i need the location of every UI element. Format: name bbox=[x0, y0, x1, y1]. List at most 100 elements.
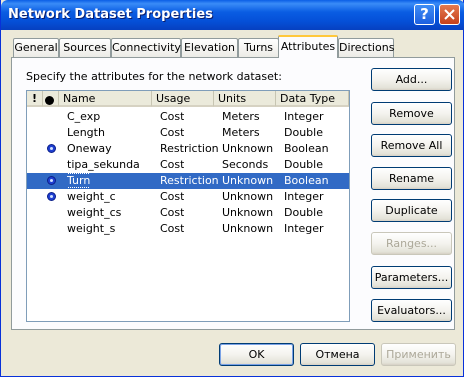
attribute-name-cell-text: tipa_sekunda bbox=[67, 158, 140, 171]
column-header-units[interactable]: Units bbox=[214, 91, 276, 107]
duplicate-button[interactable]: Duplicate bbox=[371, 199, 452, 222]
attribute-name-cell: tipa_sekunda bbox=[67, 157, 140, 173]
table-row[interactable]: Turn Restriction Unknown Boolean bbox=[27, 173, 349, 189]
units-cell: Unknown bbox=[222, 173, 273, 189]
data-type-cell-text: Double bbox=[284, 126, 323, 139]
units-cell-text: Unknown bbox=[222, 174, 274, 187]
units-cell: Unknown bbox=[222, 189, 273, 205]
tab-label: Attributes bbox=[280, 40, 336, 53]
usage-cell-text: Cost bbox=[160, 110, 185, 123]
close-button[interactable] bbox=[439, 4, 460, 25]
data-type-cell-text: Integer bbox=[284, 110, 324, 123]
add-button[interactable]: Add... bbox=[371, 68, 452, 91]
column-header-name[interactable]: Name bbox=[59, 91, 152, 107]
close-icon bbox=[444, 9, 455, 20]
apply-button[interactable]: Применить bbox=[381, 343, 456, 366]
attribute-name-cell-text: Turn bbox=[67, 173, 91, 188]
attributes-list[interactable]: ! Name Usage Units Data Type C_exp Cost Me… bbox=[26, 90, 350, 322]
attribute-name-cell: Oneway bbox=[67, 141, 112, 157]
column-header-default[interactable] bbox=[43, 91, 59, 107]
button-label: Evaluators... bbox=[377, 304, 446, 317]
data-type-cell-text: Integer bbox=[284, 190, 324, 203]
units-cell: Unknown bbox=[222, 221, 273, 237]
table-row[interactable]: Length Cost Meters Double bbox=[27, 125, 349, 141]
parameters-button[interactable]: Parameters... bbox=[371, 266, 452, 289]
tab-label: General bbox=[14, 41, 58, 54]
tab-connectivity[interactable]: Connectivity bbox=[111, 38, 181, 57]
tab-label: Sources bbox=[63, 41, 107, 54]
attribute-name-cell-text: weight_c bbox=[67, 190, 116, 203]
tab-directions[interactable]: Directions bbox=[338, 38, 394, 57]
default-attribute-icon bbox=[47, 176, 56, 185]
default-column-icon bbox=[45, 96, 54, 105]
tab-elevation[interactable]: Elevation bbox=[181, 38, 238, 57]
units-cell: Seconds bbox=[222, 157, 268, 173]
tab-attributes[interactable]: Attributes bbox=[278, 35, 338, 58]
usage-cell-text: Cost bbox=[160, 190, 185, 203]
window-title: Network Dataset Properties bbox=[8, 7, 213, 22]
usage-cell-text: Restriction bbox=[160, 174, 219, 187]
usage-cell-text: Cost bbox=[160, 222, 185, 235]
remove-button[interactable]: Remove bbox=[371, 102, 452, 125]
units-cell-text: Meters bbox=[222, 126, 260, 139]
evaluators-button[interactable]: Evaluators... bbox=[371, 299, 452, 322]
usage-cell: Cost bbox=[160, 189, 184, 205]
units-cell-text: Unknown bbox=[222, 142, 274, 155]
button-label: Remove All bbox=[380, 139, 443, 152]
button-label: OK bbox=[248, 348, 265, 361]
data-type-cell-text: Boolean bbox=[284, 174, 329, 187]
data-type-cell: Boolean bbox=[284, 141, 329, 157]
tab-label: Directions bbox=[339, 41, 395, 54]
button-label: Remove bbox=[389, 107, 434, 120]
tab-turns[interactable]: Turns bbox=[238, 38, 279, 57]
button-label: Ranges... bbox=[385, 237, 438, 250]
usage-cell-text: Cost bbox=[160, 126, 185, 139]
default-attribute-icon bbox=[47, 192, 56, 201]
attribute-name-cell: weight_c bbox=[67, 189, 116, 205]
attribute-name-cell-text: C_exp bbox=[67, 110, 101, 123]
usage-cell: Restriction bbox=[160, 173, 219, 189]
tab-sources[interactable]: Sources bbox=[59, 38, 111, 57]
column-header-usage[interactable]: Usage bbox=[152, 91, 214, 107]
button-label: Parameters... bbox=[374, 271, 449, 284]
data-type-cell-text: Boolean bbox=[284, 142, 329, 155]
attribute-name-cell: Length bbox=[67, 125, 105, 141]
column-header-data-type[interactable]: Data Type bbox=[276, 91, 349, 107]
column-header-error[interactable]: ! bbox=[27, 91, 43, 107]
tab-label: Turns bbox=[243, 41, 274, 54]
data-type-cell: Double bbox=[284, 157, 323, 173]
units-cell-text: Unknown bbox=[222, 206, 274, 219]
help-button[interactable]: ? bbox=[414, 4, 435, 25]
data-type-cell: Integer bbox=[284, 109, 324, 125]
table-row[interactable]: weight_cs Cost Unknown Double bbox=[27, 205, 349, 221]
ok-button[interactable]: OK bbox=[219, 343, 294, 366]
button-label: Duplicate bbox=[385, 204, 438, 217]
usage-cell-text: Cost bbox=[160, 206, 185, 219]
button-label: Отмена bbox=[315, 348, 360, 361]
units-cell-text: Unknown bbox=[222, 190, 274, 203]
default-attribute-icon bbox=[47, 144, 56, 153]
units-cell: Unknown bbox=[222, 141, 273, 157]
button-label: Rename bbox=[388, 172, 435, 185]
rename-button[interactable]: Rename bbox=[371, 167, 452, 190]
remove-all-button[interactable]: Remove All bbox=[371, 134, 452, 157]
data-type-cell: Double bbox=[284, 125, 323, 141]
table-row[interactable]: Oneway Restriction Unknown Boolean bbox=[27, 141, 349, 157]
table-row[interactable]: tipa_sekunda Cost Seconds Double bbox=[27, 157, 349, 173]
tab-general[interactable]: General bbox=[13, 38, 59, 57]
units-cell-text: Unknown bbox=[222, 222, 274, 235]
attribute-name-cell-text: Length bbox=[67, 126, 105, 139]
table-row[interactable]: C_exp Cost Meters Integer bbox=[27, 109, 349, 125]
data-type-cell-text: Double bbox=[284, 206, 323, 219]
data-type-cell-text: Double bbox=[284, 158, 323, 171]
table-row[interactable]: weight_s Cost Unknown Integer bbox=[27, 221, 349, 237]
title-bar[interactable]: Network Dataset Properties ? bbox=[1, 0, 464, 30]
usage-cell: Cost bbox=[160, 205, 184, 221]
table-row[interactable]: weight_c Cost Unknown Integer bbox=[27, 189, 349, 205]
attribute-name-cell: weight_s bbox=[67, 221, 115, 237]
usage-cell: Cost bbox=[160, 157, 184, 173]
usage-cell-text: Restriction bbox=[160, 142, 219, 155]
cancel-button[interactable]: Отмена bbox=[300, 343, 375, 366]
ranges-button[interactable]: Ranges... bbox=[371, 232, 452, 255]
tab-label: Elevation bbox=[183, 41, 236, 54]
